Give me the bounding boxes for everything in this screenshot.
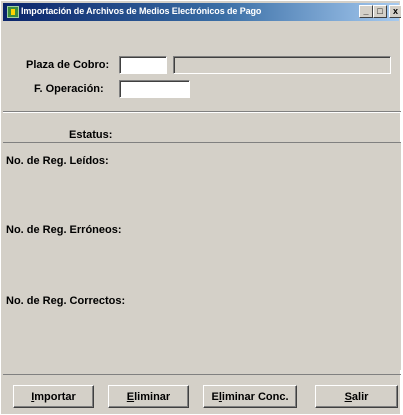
plaza-label: Plaza de Cobro: xyxy=(26,59,110,71)
erroneos-label: No. de Reg. Erróneos: xyxy=(6,224,122,236)
importar-button[interactable]: Importar xyxy=(13,385,94,408)
window-controls: _ □ x xyxy=(359,5,401,18)
plaza-name-field xyxy=(173,56,391,74)
maximize-button[interactable]: □ xyxy=(373,5,387,18)
window-title: Importación de Archivos de Medios Electr… xyxy=(21,6,262,16)
close-button[interactable]: x xyxy=(389,5,401,18)
plaza-code-input[interactable] xyxy=(119,56,167,74)
minimize-button[interactable]: _ xyxy=(359,5,373,18)
leidos-label: No. de Reg. Leídos: xyxy=(6,155,109,167)
operacion-label: F. Operación: xyxy=(34,83,104,95)
estatus-label: Estatus: xyxy=(69,129,113,141)
operacion-date-input[interactable] xyxy=(119,80,190,98)
status-panel: No. de Reg. Leídos: No. de Reg. Erróneos… xyxy=(3,142,401,370)
button-bar: Importar Eliminar El iminar Conc. Salir xyxy=(3,374,401,415)
app-icon xyxy=(7,6,19,18)
eliminar-conc-button[interactable]: El iminar Conc. xyxy=(203,385,297,408)
title-bar[interactable]: Importación de Archivos de Medios Electr… xyxy=(3,3,401,21)
correctos-label: No. de Reg. Correctos: xyxy=(6,295,126,307)
eliminar-button[interactable]: Eliminar xyxy=(108,385,189,408)
app-window: Importación de Archivos de Medios Electr… xyxy=(0,0,401,415)
salir-button[interactable]: Salir xyxy=(315,385,398,408)
form-divider xyxy=(3,111,401,113)
